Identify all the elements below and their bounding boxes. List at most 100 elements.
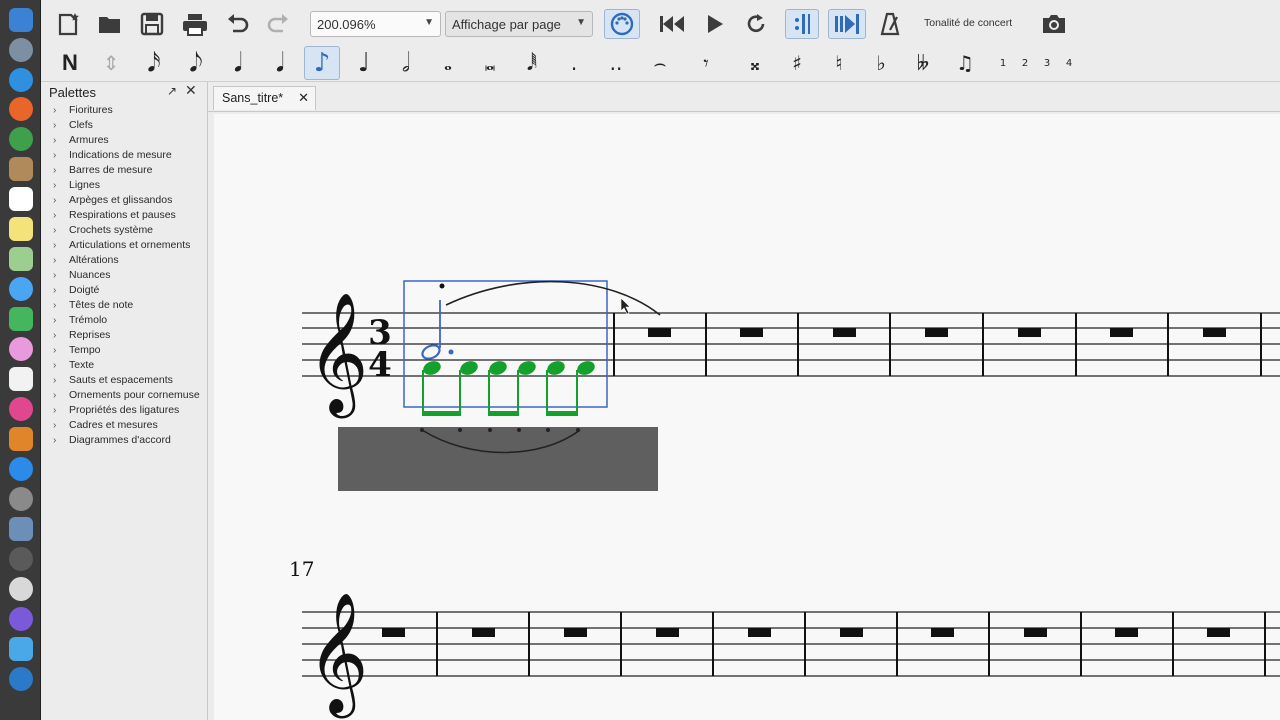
duration-breve-button[interactable]: 𝅜 xyxy=(472,46,508,80)
augmentation-dot-button[interactable]: . xyxy=(556,46,592,80)
rewind-icon[interactable] xyxy=(656,10,688,38)
palette-item[interactable]: › Clefs xyxy=(53,118,93,133)
zoom-select[interactable]: 200.096% ▼ xyxy=(310,11,441,37)
time-signature-bottom[interactable]: 4 xyxy=(368,345,392,385)
metronome-icon[interactable] xyxy=(876,10,904,38)
whole-rest[interactable] xyxy=(1203,328,1226,337)
double-flat-icon[interactable]: 𝄫 xyxy=(905,46,941,80)
whole-rest[interactable] xyxy=(382,628,405,637)
treble-clef-icon[interactable]: 𝄞 xyxy=(307,591,368,718)
new-score-icon[interactable] xyxy=(55,10,83,38)
keyboard-viewer-icon[interactable] xyxy=(9,637,33,661)
eighth-note[interactable] xyxy=(516,359,537,377)
whole-rest[interactable] xyxy=(1110,328,1133,337)
voice-4-button[interactable]: 4 xyxy=(1059,46,1079,80)
half-note[interactable] xyxy=(420,343,441,361)
save-icon[interactable] xyxy=(138,10,166,38)
itunes-icon[interactable] xyxy=(9,397,33,421)
musescore-icon[interactable] xyxy=(9,577,33,601)
undo-icon[interactable] xyxy=(223,10,251,38)
system-preferences-icon[interactable] xyxy=(9,487,33,511)
palette-item[interactable]: › Sauts et espacements xyxy=(53,373,173,388)
whole-rest[interactable] xyxy=(840,628,863,637)
palette-item[interactable]: › Nuances xyxy=(53,268,110,283)
whole-rest[interactable] xyxy=(1018,328,1041,337)
palette-item[interactable]: › Trémolo xyxy=(53,313,107,328)
whole-rest[interactable] xyxy=(1024,628,1047,637)
palette-item[interactable]: › Fioritures xyxy=(53,103,113,118)
whole-rest[interactable] xyxy=(740,328,763,337)
palette-item[interactable]: › Diagrammes d'accord xyxy=(53,433,171,448)
palette-item[interactable]: › Barres de mesure xyxy=(53,163,152,178)
palette-item[interactable]: › Armures xyxy=(53,133,109,148)
whole-rest[interactable] xyxy=(931,628,954,637)
duration-quarter-button[interactable]: ♩ xyxy=(346,46,382,80)
messages-icon[interactable] xyxy=(9,277,33,301)
firefox-icon[interactable] xyxy=(9,97,33,121)
palette-item[interactable]: › Respirations et pauses xyxy=(53,208,176,223)
palette-item[interactable]: › Doigté xyxy=(53,283,99,298)
input-mode-dropdown-icon[interactable]: ⇕ xyxy=(93,46,129,80)
play-icon[interactable] xyxy=(701,10,729,38)
eighth-note[interactable] xyxy=(421,359,442,377)
whole-rest[interactable] xyxy=(656,628,679,637)
tie-icon[interactable]: ⌢ xyxy=(642,46,678,80)
sharp-icon[interactable]: ♯ xyxy=(779,46,815,80)
whole-rest[interactable] xyxy=(648,328,671,337)
palette-item[interactable]: › Reprises xyxy=(53,328,110,343)
double-dot-button[interactable]: .. xyxy=(598,46,634,80)
palette-item[interactable]: › Lignes xyxy=(53,178,100,193)
view-mode-select[interactable]: Affichage par page ▼ xyxy=(445,11,593,37)
palette-item[interactable]: › Têtes de note xyxy=(53,298,133,313)
safari-icon[interactable] xyxy=(9,68,33,92)
treble-clef-icon[interactable]: 𝄞 xyxy=(307,291,368,418)
duration-half-button[interactable]: 𝅗𝅥 xyxy=(388,46,424,80)
flip-direction-icon[interactable]: ♫ xyxy=(947,46,983,80)
whole-rest[interactable] xyxy=(472,628,495,637)
pan-score-button[interactable] xyxy=(828,9,866,39)
loop-icon[interactable] xyxy=(742,10,770,38)
tab-sans-titre[interactable]: Sans_titre* ✕ xyxy=(213,86,316,110)
contacts-icon[interactable] xyxy=(9,157,33,181)
flat-icon[interactable]: ♭ xyxy=(863,46,899,80)
duration-16th-alt-button[interactable]: 𝅘𝅥 xyxy=(262,46,298,80)
launchpad-icon[interactable] xyxy=(9,38,33,62)
chrome-icon[interactable] xyxy=(9,127,33,151)
print-icon[interactable] xyxy=(180,10,210,38)
close-icon[interactable]: ✕ xyxy=(298,87,309,109)
photos-icon[interactable] xyxy=(9,337,33,361)
midi-input-button[interactable] xyxy=(604,9,640,39)
voice-2-button[interactable]: 2 xyxy=(1015,46,1035,80)
facetime-icon[interactable] xyxy=(9,307,33,331)
palette-item[interactable]: › Crochets système xyxy=(53,223,153,238)
siri-icon[interactable] xyxy=(9,607,33,631)
redo-icon[interactable] xyxy=(265,10,293,38)
whole-rest[interactable] xyxy=(564,628,587,637)
quicktime-icon[interactable] xyxy=(9,667,33,691)
duration-longa-button[interactable]: 𝅘𝅥𝅲 xyxy=(514,46,550,80)
repeat-playback-button[interactable] xyxy=(785,9,819,39)
close-icon[interactable]: ✕ xyxy=(185,82,197,99)
eighth-notes-group[interactable] xyxy=(421,359,596,377)
concert-pitch-toggle[interactable]: Tonalité de concert xyxy=(924,17,1012,29)
utility-icon[interactable] xyxy=(9,547,33,571)
palette-item[interactable]: › Altérations xyxy=(53,253,119,268)
whole-rest[interactable] xyxy=(748,628,771,637)
ibooks-icon[interactable] xyxy=(9,427,33,451)
duration-64th-button[interactable]: 𝅘𝅥𝅯 xyxy=(136,46,172,80)
rest-icon[interactable]: 𝄾 xyxy=(688,46,724,80)
calendar-icon[interactable] xyxy=(9,187,33,211)
double-sharp-icon[interactable]: 𝄪 xyxy=(737,46,773,80)
duration-whole-button[interactable]: 𝅝 xyxy=(430,46,466,80)
score-canvas[interactable]: 𝄞 3 4 17 𝄞 xyxy=(214,114,1280,720)
eighth-note[interactable] xyxy=(575,359,596,377)
preview-icon[interactable] xyxy=(9,247,33,271)
slur-top[interactable] xyxy=(445,280,661,316)
app-store-icon[interactable] xyxy=(9,457,33,481)
whole-rest[interactable] xyxy=(925,328,948,337)
whole-rest[interactable] xyxy=(833,328,856,337)
camera-icon[interactable] xyxy=(1038,10,1070,38)
note-input-mode-button[interactable]: N xyxy=(52,46,88,80)
document-icon[interactable] xyxy=(9,367,33,391)
palette-item[interactable]: › Ornements pour cornemuse xyxy=(53,388,200,403)
